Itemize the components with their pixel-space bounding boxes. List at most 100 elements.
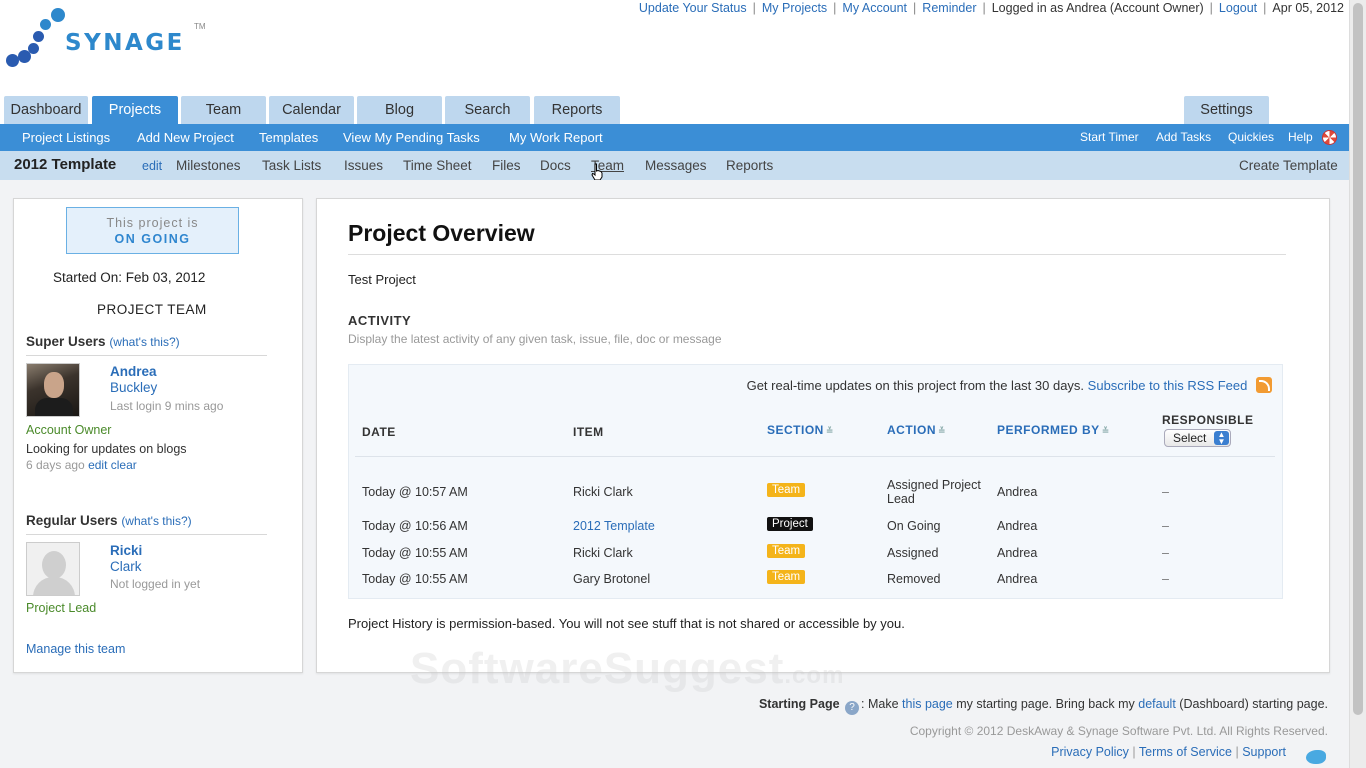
tab-blog[interactable]: Blog <box>357 96 442 124</box>
avatar-face <box>44 372 64 398</box>
subnav-issues[interactable]: Issues <box>344 158 383 173</box>
tab-reports[interactable]: Reports <box>534 96 620 124</box>
row-date: Today @ 10:55 AM <box>362 546 468 560</box>
separator: | <box>1132 745 1136 759</box>
row-date: Today @ 10:57 AM <box>362 485 468 499</box>
default-page-link[interactable]: default <box>1138 697 1176 711</box>
top-links: Update Your Status | My Projects | My Accoun… <box>639 1 1344 15</box>
subnav-time-sheet[interactable]: Time Sheet <box>403 158 472 173</box>
tab-calendar[interactable]: Calendar <box>269 96 354 124</box>
col-performed-by-sort[interactable]: PERFORMED BY ≚ <box>997 423 1110 437</box>
subnav-milestones[interactable]: Milestones <box>176 158 241 173</box>
rss-feed-icon[interactable] <box>1256 377 1272 393</box>
scrollbar-thumb[interactable] <box>1353 3 1363 715</box>
support-link[interactable]: Support <box>1242 745 1286 759</box>
col-action-label: ACTION <box>887 423 936 437</box>
nav-templates[interactable]: Templates <box>259 130 318 145</box>
page-title: Project Overview <box>348 220 535 246</box>
nav-project-listings[interactable]: Project Listings <box>22 130 110 145</box>
col-action-sort[interactable]: ACTION ≚ <box>887 423 946 437</box>
nav-pending-tasks[interactable]: View My Pending Tasks <box>343 130 480 145</box>
row-action: Removed <box>887 572 941 586</box>
terms-link[interactable]: Terms of Service <box>1139 745 1232 759</box>
edit-status-link[interactable]: edit <box>88 458 107 472</box>
subnav-reports[interactable]: Reports <box>726 158 773 173</box>
regular-users-label: Regular Users <box>26 513 118 528</box>
subnav-messages[interactable]: Messages <box>645 158 707 173</box>
privacy-policy-link[interactable]: Privacy Policy <box>1051 745 1129 759</box>
row-date: Today @ 10:56 AM <box>362 519 468 533</box>
section-badge: Project <box>767 517 813 531</box>
footer-links: Privacy Policy | Terms of Service | Supp… <box>1051 745 1286 759</box>
tab-team[interactable]: Team <box>181 96 266 124</box>
super-user-last-name[interactable]: Buckley <box>110 380 157 395</box>
separator: | <box>1209 1 1213 15</box>
tab-dashboard[interactable]: Dashboard <box>4 96 88 124</box>
super-user-role: Account Owner <box>26 423 112 437</box>
project-overview-panel: Project Overview Test Project ACTIVITY D… <box>316 198 1330 673</box>
twitter-bird-icon[interactable] <box>1306 750 1326 764</box>
update-status-link[interactable]: Update Your Status <box>639 1 747 15</box>
row-item: Ricki Clark <box>573 485 633 499</box>
nav-quickies[interactable]: Quickies <box>1228 130 1274 144</box>
row-responsible: – <box>1162 519 1169 533</box>
watermark: SoftwareSuggest.com <box>410 644 844 694</box>
project-title: 2012 Template <box>14 156 117 173</box>
tab-projects[interactable]: Projects <box>92 96 178 124</box>
subnav-task-lists[interactable]: Task Lists <box>262 158 321 173</box>
responsible-filter-select[interactable]: Select ▲ ▼ <box>1164 429 1231 447</box>
tab-settings[interactable]: Settings <box>1184 96 1269 124</box>
my-projects-link[interactable]: My Projects <box>762 1 827 15</box>
current-date: Apr 05, 2012 <box>1272 1 1344 15</box>
regular-users-help-link[interactable]: (what's this?) <box>121 514 191 528</box>
row-item-link[interactable]: 2012 Template <box>573 519 655 533</box>
edit-project-link[interactable]: edit <box>142 159 162 173</box>
col-section-sort[interactable]: SECTION ≚ <box>767 423 834 437</box>
nav-add-tasks[interactable]: Add Tasks <box>1156 130 1211 144</box>
regular-user-first-name[interactable]: Ricki <box>110 543 142 558</box>
super-users-help-link[interactable]: (what's this?) <box>109 335 179 349</box>
activity-table: Get real-time updates on this project fr… <box>348 364 1283 599</box>
history-note: Project History is permission-based. You… <box>348 616 905 631</box>
ricki-avatar[interactable] <box>26 542 80 596</box>
tab-search[interactable]: Search <box>445 96 530 124</box>
andrea-avatar[interactable] <box>26 363 80 417</box>
nav-help[interactable]: Help <box>1288 130 1313 144</box>
subnav-files[interactable]: Files <box>492 158 521 173</box>
copyright: Copyright © 2012 DeskAway & Synage Softw… <box>909 724 1328 738</box>
nav-work-report[interactable]: My Work Report <box>509 130 603 145</box>
row-action: Assigned <box>887 546 939 560</box>
row-performed-by: Andrea <box>997 546 1038 560</box>
col-section-label: SECTION <box>767 423 824 437</box>
page-scrollbar[interactable] <box>1349 0 1366 768</box>
nav-add-new-project[interactable]: Add New Project <box>137 130 234 145</box>
project-nav-bar: Project Listings Add New Project Templat… <box>0 124 1349 151</box>
project-description: Test Project <box>348 272 416 287</box>
hand-cursor-icon <box>591 163 603 181</box>
col-performed-by-label: PERFORMED BY <box>997 423 1100 437</box>
create-template-link[interactable]: Create Template <box>1239 158 1338 173</box>
row-responsible: – <box>1162 572 1169 586</box>
sort-arrow-icon: ≚ <box>1101 426 1110 436</box>
my-account-link[interactable]: My Account <box>842 1 907 15</box>
super-user-first-name[interactable]: Andrea <box>110 364 157 379</box>
help-question-icon[interactable]: ? <box>845 701 860 715</box>
help-lifebuoy-icon[interactable] <box>1322 130 1337 145</box>
synage-logo[interactable]: SYNAGE TM <box>4 6 214 68</box>
status-label: This project is <box>106 216 199 230</box>
rss-subscribe-link[interactable]: Subscribe to this RSS Feed <box>1088 378 1248 393</box>
logo-dot <box>6 54 19 67</box>
reminder-link[interactable]: Reminder <box>922 1 976 15</box>
logo-text: SYNAGE <box>65 30 185 56</box>
rss-banner: Get real-time updates on this project fr… <box>747 377 1272 393</box>
project-team-heading: PROJECT TEAM <box>97 302 207 317</box>
separator: | <box>1235 745 1239 759</box>
manage-team-link[interactable]: Manage this team <box>26 642 125 656</box>
subnav-docs[interactable]: Docs <box>540 158 571 173</box>
section-badge: Team <box>767 483 806 497</box>
logout-link[interactable]: Logout <box>1219 1 1257 15</box>
clear-status-link[interactable]: clear <box>111 458 137 472</box>
regular-user-last-name[interactable]: Clark <box>110 559 142 574</box>
this-page-link[interactable]: this page <box>902 697 953 711</box>
nav-start-timer[interactable]: Start Timer <box>1080 130 1139 144</box>
